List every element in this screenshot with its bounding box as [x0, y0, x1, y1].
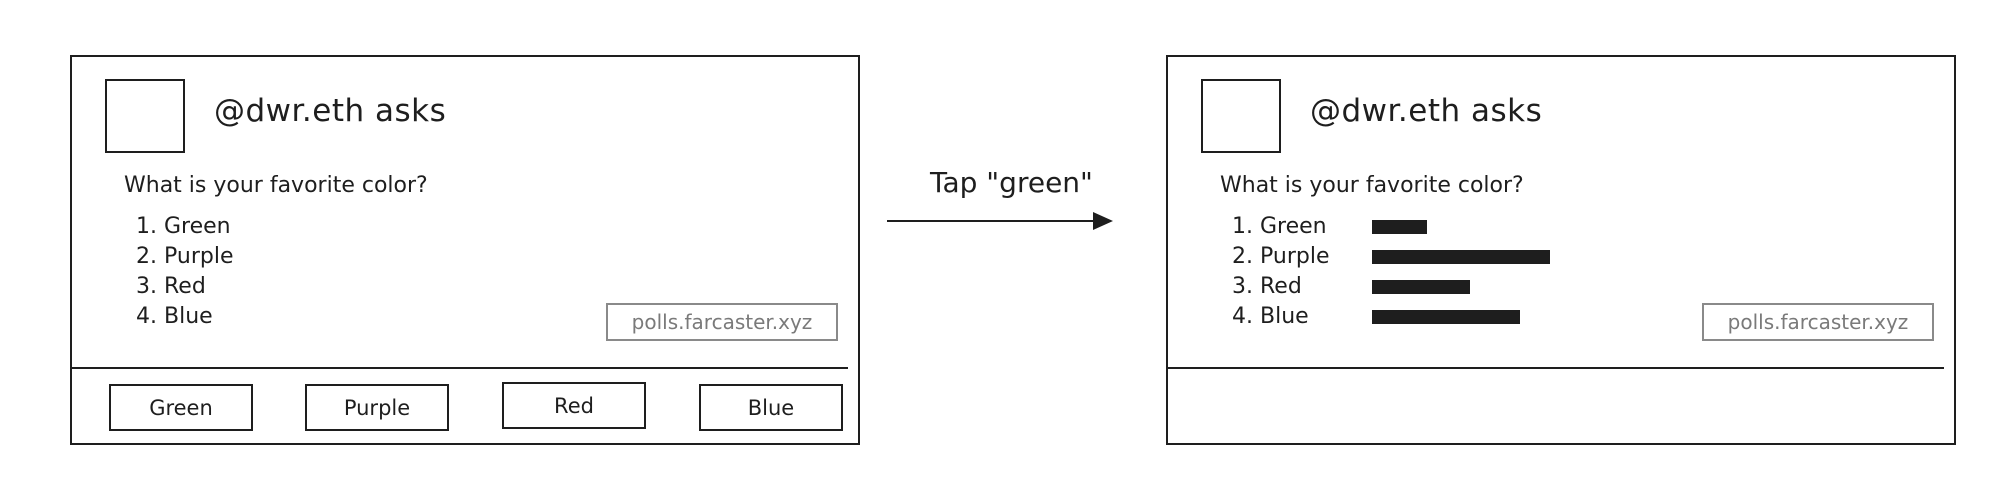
result-bar: [1372, 220, 1427, 234]
right-arrow-icon: [887, 212, 1113, 230]
divider: [72, 367, 848, 369]
poll-result-row: 4. Blue: [1232, 302, 1520, 332]
avatar: [1201, 79, 1281, 153]
option-label: Blue: [164, 304, 213, 329]
option-number: 3.: [1232, 274, 1253, 299]
transition-label: Tap "green": [930, 166, 1093, 199]
option-label: Green: [164, 214, 231, 239]
poll-domain-link[interactable]: polls.farcaster.xyz: [1702, 303, 1934, 341]
poll-result-row: 3. Red: [1232, 272, 1470, 302]
poll-option: 4. Blue: [136, 302, 233, 332]
vote-purple-button[interactable]: Purple: [305, 384, 449, 431]
poll-results-list: 1. Green 2. Purple 3. Red 4. Blue: [1232, 212, 1550, 332]
option-number: 2.: [136, 244, 157, 269]
vote-red-button[interactable]: Red: [502, 382, 646, 429]
vote-blue-button[interactable]: Blue: [699, 384, 843, 431]
option-label: Red: [164, 274, 206, 299]
option-label: Red: [1260, 274, 1302, 299]
option-number: 1.: [136, 214, 157, 239]
poll-card-after: @dwr.eth asks What is your favorite colo…: [1166, 55, 1956, 445]
result-bar: [1372, 250, 1550, 264]
option-number: 4.: [1232, 304, 1253, 329]
option-number: 2.: [1232, 244, 1253, 269]
poll-option: 2. Purple: [136, 242, 233, 272]
option-label: Green: [1260, 214, 1327, 239]
poll-asker: @dwr.eth asks: [214, 93, 447, 129]
poll-result-row: 1. Green: [1232, 212, 1427, 242]
poll-asker: @dwr.eth asks: [1310, 93, 1543, 129]
result-bar: [1372, 310, 1520, 324]
poll-question: What is your favorite color?: [1220, 173, 1524, 198]
option-label: Blue: [1260, 304, 1309, 329]
avatar: [105, 79, 185, 153]
option-number: 3.: [136, 274, 157, 299]
option-label: Purple: [1260, 244, 1330, 269]
option-number: 1.: [1232, 214, 1253, 239]
divider: [1168, 367, 1944, 369]
poll-option: 1. Green: [136, 212, 233, 242]
result-bar: [1372, 280, 1470, 294]
option-number: 4.: [136, 304, 157, 329]
poll-card-before: @dwr.eth asks What is your favorite colo…: [70, 55, 860, 445]
poll-option: 3. Red: [136, 272, 233, 302]
vote-green-button[interactable]: Green: [109, 384, 253, 431]
poll-question: What is your favorite color?: [124, 173, 428, 198]
option-label: Purple: [164, 244, 234, 269]
poll-domain-link[interactable]: polls.farcaster.xyz: [606, 303, 838, 341]
poll-result-row: 2. Purple: [1232, 242, 1550, 272]
poll-options-list: 1. Green 2. Purple 3. Red 4. Blue: [136, 212, 233, 332]
